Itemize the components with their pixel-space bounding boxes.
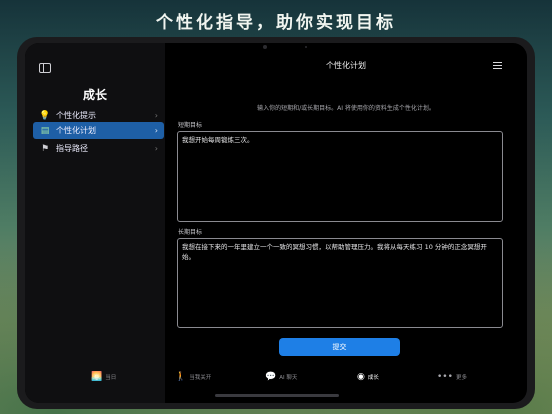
sidebar-item-label: 个性化计划: [56, 126, 96, 135]
more-dots-icon: •••: [437, 372, 453, 382]
sidebar-toggle-icon[interactable]: [39, 63, 51, 73]
lightbulb-icon: 💡: [39, 110, 51, 121]
list-icon[interactable]: [493, 62, 502, 71]
tab-label: 当日: [105, 375, 117, 381]
calendar-icon: ▤: [40, 125, 50, 136]
tab-walk[interactable]: 🚶 当我关开: [175, 372, 211, 382]
short-term-label: 短期目标: [178, 122, 203, 129]
camera-dot: [263, 45, 267, 49]
sidebar-item-path[interactable]: ⚑ 指导路径 ›: [33, 140, 164, 157]
tab-label: 更多: [455, 375, 467, 381]
sidebar-title: 成长: [82, 88, 107, 102]
signpost-icon: ⚑: [40, 143, 50, 154]
tab-more[interactable]: ••• 更多: [437, 372, 467, 382]
tablet-frame: 成长 💡 个性化提示 › ▤ 个性化计划 › ⚑ 指导路径 › 个性化计划 输入…: [17, 37, 535, 409]
sidebar-item-label: 指导路径: [56, 144, 88, 153]
page-title: 个性化计划: [326, 61, 366, 70]
sensor-dot: [305, 46, 307, 48]
app-screen: 成长 💡 个性化提示 › ▤ 个性化计划 › ⚑ 指导路径 › 个性化计划 输入…: [25, 43, 527, 403]
chevron-right-icon: ›: [154, 144, 158, 153]
chevron-right-icon: ›: [154, 111, 158, 120]
tab-label: 成长: [367, 375, 379, 381]
tab-ai-chat[interactable]: 💬 AI 聊天: [265, 372, 297, 382]
home-indicator: [215, 394, 339, 397]
long-term-goal-input[interactable]: 我想在接下来的一年里建立一个一致的冥想习惯，以帮助管理压力。我将从每天练习 10…: [177, 238, 503, 328]
walking-icon: 🚶: [175, 372, 187, 382]
tab-label: AI 聊天: [279, 375, 298, 381]
chevron-right-icon: ›: [154, 126, 158, 135]
tab-today[interactable]: 🌅 当日: [91, 372, 116, 382]
chat-bubbles-icon: 💬: [265, 372, 277, 382]
sidebar-item-plan[interactable]: ▤ 个性化计划 ›: [33, 122, 164, 139]
growth-cycle-icon: ◉: [357, 372, 365, 382]
instructions-text: 输入你的短期和/或长期目标。AI 将使用你的资料生成个性化计划。: [257, 105, 435, 112]
marketing-headline: 个性化指导，助你实现目标: [156, 13, 396, 33]
sidebar: 成长 💡 个性化提示 › ▤ 个性化计划 › ⚑ 指导路径 ›: [25, 43, 165, 403]
sidebar-item-label: 个性化提示: [56, 111, 96, 120]
short-term-goal-input[interactable]: 我想开始每周锻炼三次。: [177, 131, 503, 222]
long-term-label: 长期目标: [178, 229, 203, 236]
tab-growth[interactable]: ◉ 成长: [357, 372, 379, 382]
submit-button[interactable]: 提交: [279, 338, 400, 356]
tab-label: 当我关开: [189, 375, 212, 381]
sunrise-icon: 🌅: [91, 372, 103, 382]
